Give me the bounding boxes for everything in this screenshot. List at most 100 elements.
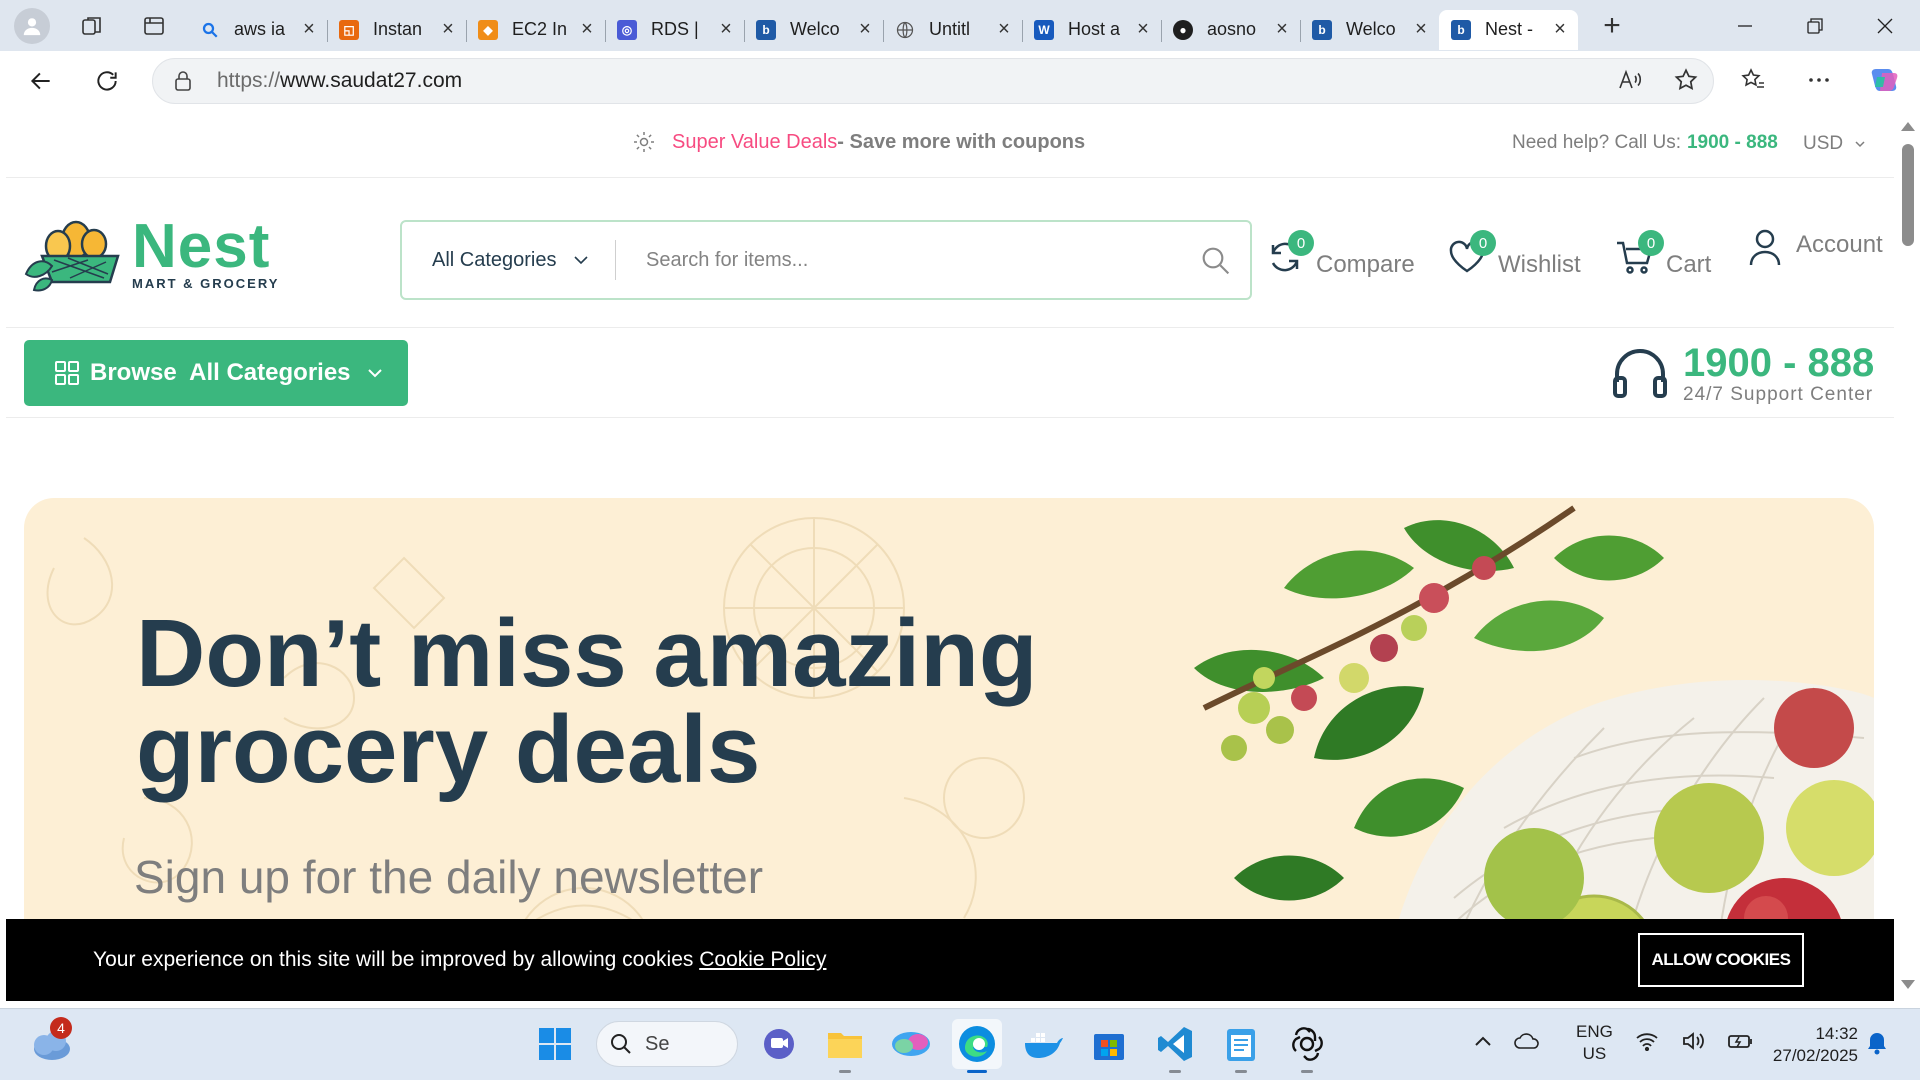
- browser-tab[interactable]: ◆ EC2 In ×: [466, 10, 606, 50]
- wishlist-link[interactable]: 0 Wishlist: [1446, 230, 1581, 280]
- taskbar-app[interactable]: [820, 1019, 870, 1073]
- compare-count-badge: 0: [1288, 230, 1314, 256]
- headset-icon: [1613, 349, 1667, 398]
- search-input[interactable]: [616, 230, 1180, 290]
- address-bar[interactable]: https://www.saudat27.com: [152, 58, 1714, 104]
- taskbar-app[interactable]: [1018, 1019, 1068, 1069]
- cart-count-badge: 0: [1638, 230, 1664, 256]
- cart-link[interactable]: 0 Cart: [1614, 230, 1711, 280]
- back-button[interactable]: [16, 56, 66, 106]
- taskbar-app[interactable]: [1216, 1019, 1266, 1073]
- deals-highlight[interactable]: Super Value Deals: [672, 131, 837, 154]
- scroll-up-icon[interactable]: [1901, 122, 1915, 131]
- globe-icon: [895, 20, 915, 40]
- taskbar-app-edge[interactable]: [952, 1019, 1002, 1073]
- tab-close-icon[interactable]: ×: [438, 18, 458, 40]
- tab-close-icon[interactable]: ×: [855, 18, 875, 40]
- url-text[interactable]: https://www.saudat27.com: [217, 69, 462, 93]
- volume-icon[interactable]: [1681, 1031, 1705, 1056]
- edge-icon: [959, 1026, 995, 1062]
- browser-tab[interactable]: aws ia ×: [188, 10, 328, 50]
- browser-tab-active[interactable]: b Nest - ×: [1439, 9, 1578, 50]
- scrollbar-thumb[interactable]: [1902, 144, 1914, 246]
- tab-close-icon[interactable]: ×: [1133, 18, 1153, 40]
- browser-tab[interactable]: b Welco ×: [1300, 10, 1440, 50]
- running-indicator: [967, 1070, 987, 1073]
- tab-title: aws ia: [234, 19, 286, 39]
- browse-categories-button[interactable]: Browse All Categories: [24, 340, 408, 406]
- wishlist-count-badge: 0: [1470, 230, 1496, 256]
- chat-icon: [764, 1029, 794, 1059]
- profile-icon[interactable]: [14, 7, 50, 44]
- close-window-button[interactable]: [1850, 0, 1920, 51]
- tab-close-icon[interactable]: ×: [994, 18, 1014, 40]
- tab-close-icon[interactable]: ×: [577, 18, 597, 40]
- battery-icon[interactable]: [1727, 1031, 1753, 1056]
- system-clock[interactable]: 14:32 27/02/2025: [1758, 1023, 1858, 1067]
- tab-close-icon[interactable]: ×: [1272, 18, 1292, 40]
- hero-title-line: Don’t miss amazing: [136, 600, 1038, 707]
- browser-tab-strip: aws ia × ◱ Instan × ◆ EC2 In × ◎ RDS | ×…: [0, 0, 1920, 51]
- chevron-up-icon[interactable]: [1474, 1034, 1492, 1052]
- browser-tab[interactable]: b Welco ×: [744, 10, 884, 50]
- favorite-star-icon[interactable]: [1673, 67, 1699, 98]
- running-indicator: [1235, 1070, 1247, 1073]
- notification-bell-icon[interactable]: [1866, 1031, 1888, 1060]
- currency-select[interactable]: USD: [1803, 133, 1866, 155]
- tab-actions-icon[interactable]: [132, 6, 176, 46]
- lock-icon[interactable]: [173, 70, 213, 92]
- browser-tab[interactable]: ◱ Instan ×: [327, 10, 467, 50]
- refresh-button[interactable]: [82, 56, 132, 106]
- aws-instance-icon: ◱: [339, 19, 359, 40]
- taskbar-app[interactable]: [886, 1019, 936, 1069]
- tab-title: RDS |: [651, 19, 699, 39]
- site-header: Nest MART & GROCERY All Categories 0 Com…: [6, 178, 1894, 328]
- browser-tab[interactable]: W Host a ×: [1022, 10, 1162, 50]
- workspaces-icon[interactable]: [70, 6, 114, 46]
- wifi-icon[interactable]: [1635, 1031, 1659, 1056]
- weather-widget[interactable]: 4: [28, 1017, 72, 1067]
- tab-title: Host a: [1068, 19, 1121, 39]
- tab-title: aosno: [1207, 19, 1257, 39]
- start-button[interactable]: [530, 1019, 580, 1069]
- browser-tab[interactable]: Untitl ×: [883, 10, 1023, 50]
- language-indicator[interactable]: ENG US: [1576, 1021, 1613, 1065]
- search-button[interactable]: [1180, 230, 1250, 290]
- tab-close-icon[interactable]: ×: [299, 18, 319, 40]
- minimize-button[interactable]: [1710, 0, 1780, 51]
- language-code: ENG: [1576, 1022, 1613, 1041]
- copilot-icon[interactable]: [1866, 57, 1904, 103]
- taskbar-search[interactable]: Se: [596, 1021, 738, 1067]
- category-nav: Browse All Categories 1900 - 888 24/7 Su…: [6, 328, 1894, 418]
- favorites-icon[interactable]: [1734, 57, 1772, 103]
- deals-banner: Super Value Deals - Save more with coupo…: [632, 130, 1085, 154]
- onedrive-icon[interactable]: [1514, 1032, 1540, 1055]
- restore-button[interactable]: [1780, 0, 1850, 51]
- taskbar-app[interactable]: [754, 1019, 804, 1069]
- browser-tab[interactable]: ● aosno ×: [1161, 10, 1301, 50]
- search-bar: All Categories: [400, 220, 1252, 300]
- category-select[interactable]: All Categories: [402, 240, 616, 280]
- scroll-down-icon[interactable]: [1901, 980, 1915, 989]
- new-tab-button[interactable]: +: [1592, 6, 1632, 46]
- hero-subtitle: Sign up for the daily newsletter: [134, 851, 764, 903]
- taskbar-app[interactable]: [1150, 1019, 1200, 1073]
- help-phone[interactable]: 1900 - 888: [1687, 132, 1778, 153]
- read-aloud-icon[interactable]: [1617, 67, 1643, 98]
- site-logo[interactable]: Nest MART & GROCERY: [24, 215, 279, 292]
- account-link[interactable]: Account: [1744, 224, 1883, 270]
- allow-cookies-button[interactable]: ALLOW COOKIES: [1638, 933, 1804, 987]
- page-scrollbar[interactable]: [1894, 112, 1920, 1001]
- support-subtitle: 24/7 Support Center: [1683, 384, 1874, 405]
- browser-tab[interactable]: ◎ RDS | ×: [605, 10, 745, 50]
- support-number[interactable]: 1900 - 888: [1683, 342, 1874, 384]
- taskbar-app[interactable]: [1282, 1019, 1332, 1073]
- tab-close-icon[interactable]: ×: [1411, 18, 1431, 40]
- cookie-policy-link[interactable]: Cookie Policy: [699, 948, 826, 971]
- compare-link[interactable]: 0 Compare: [1264, 230, 1415, 280]
- more-options-icon[interactable]: [1800, 57, 1838, 103]
- tab-close-icon[interactable]: ×: [716, 18, 736, 40]
- tab-close-icon[interactable]: ×: [1550, 18, 1570, 40]
- gear-icon: [634, 132, 654, 152]
- taskbar-app[interactable]: [1084, 1019, 1134, 1069]
